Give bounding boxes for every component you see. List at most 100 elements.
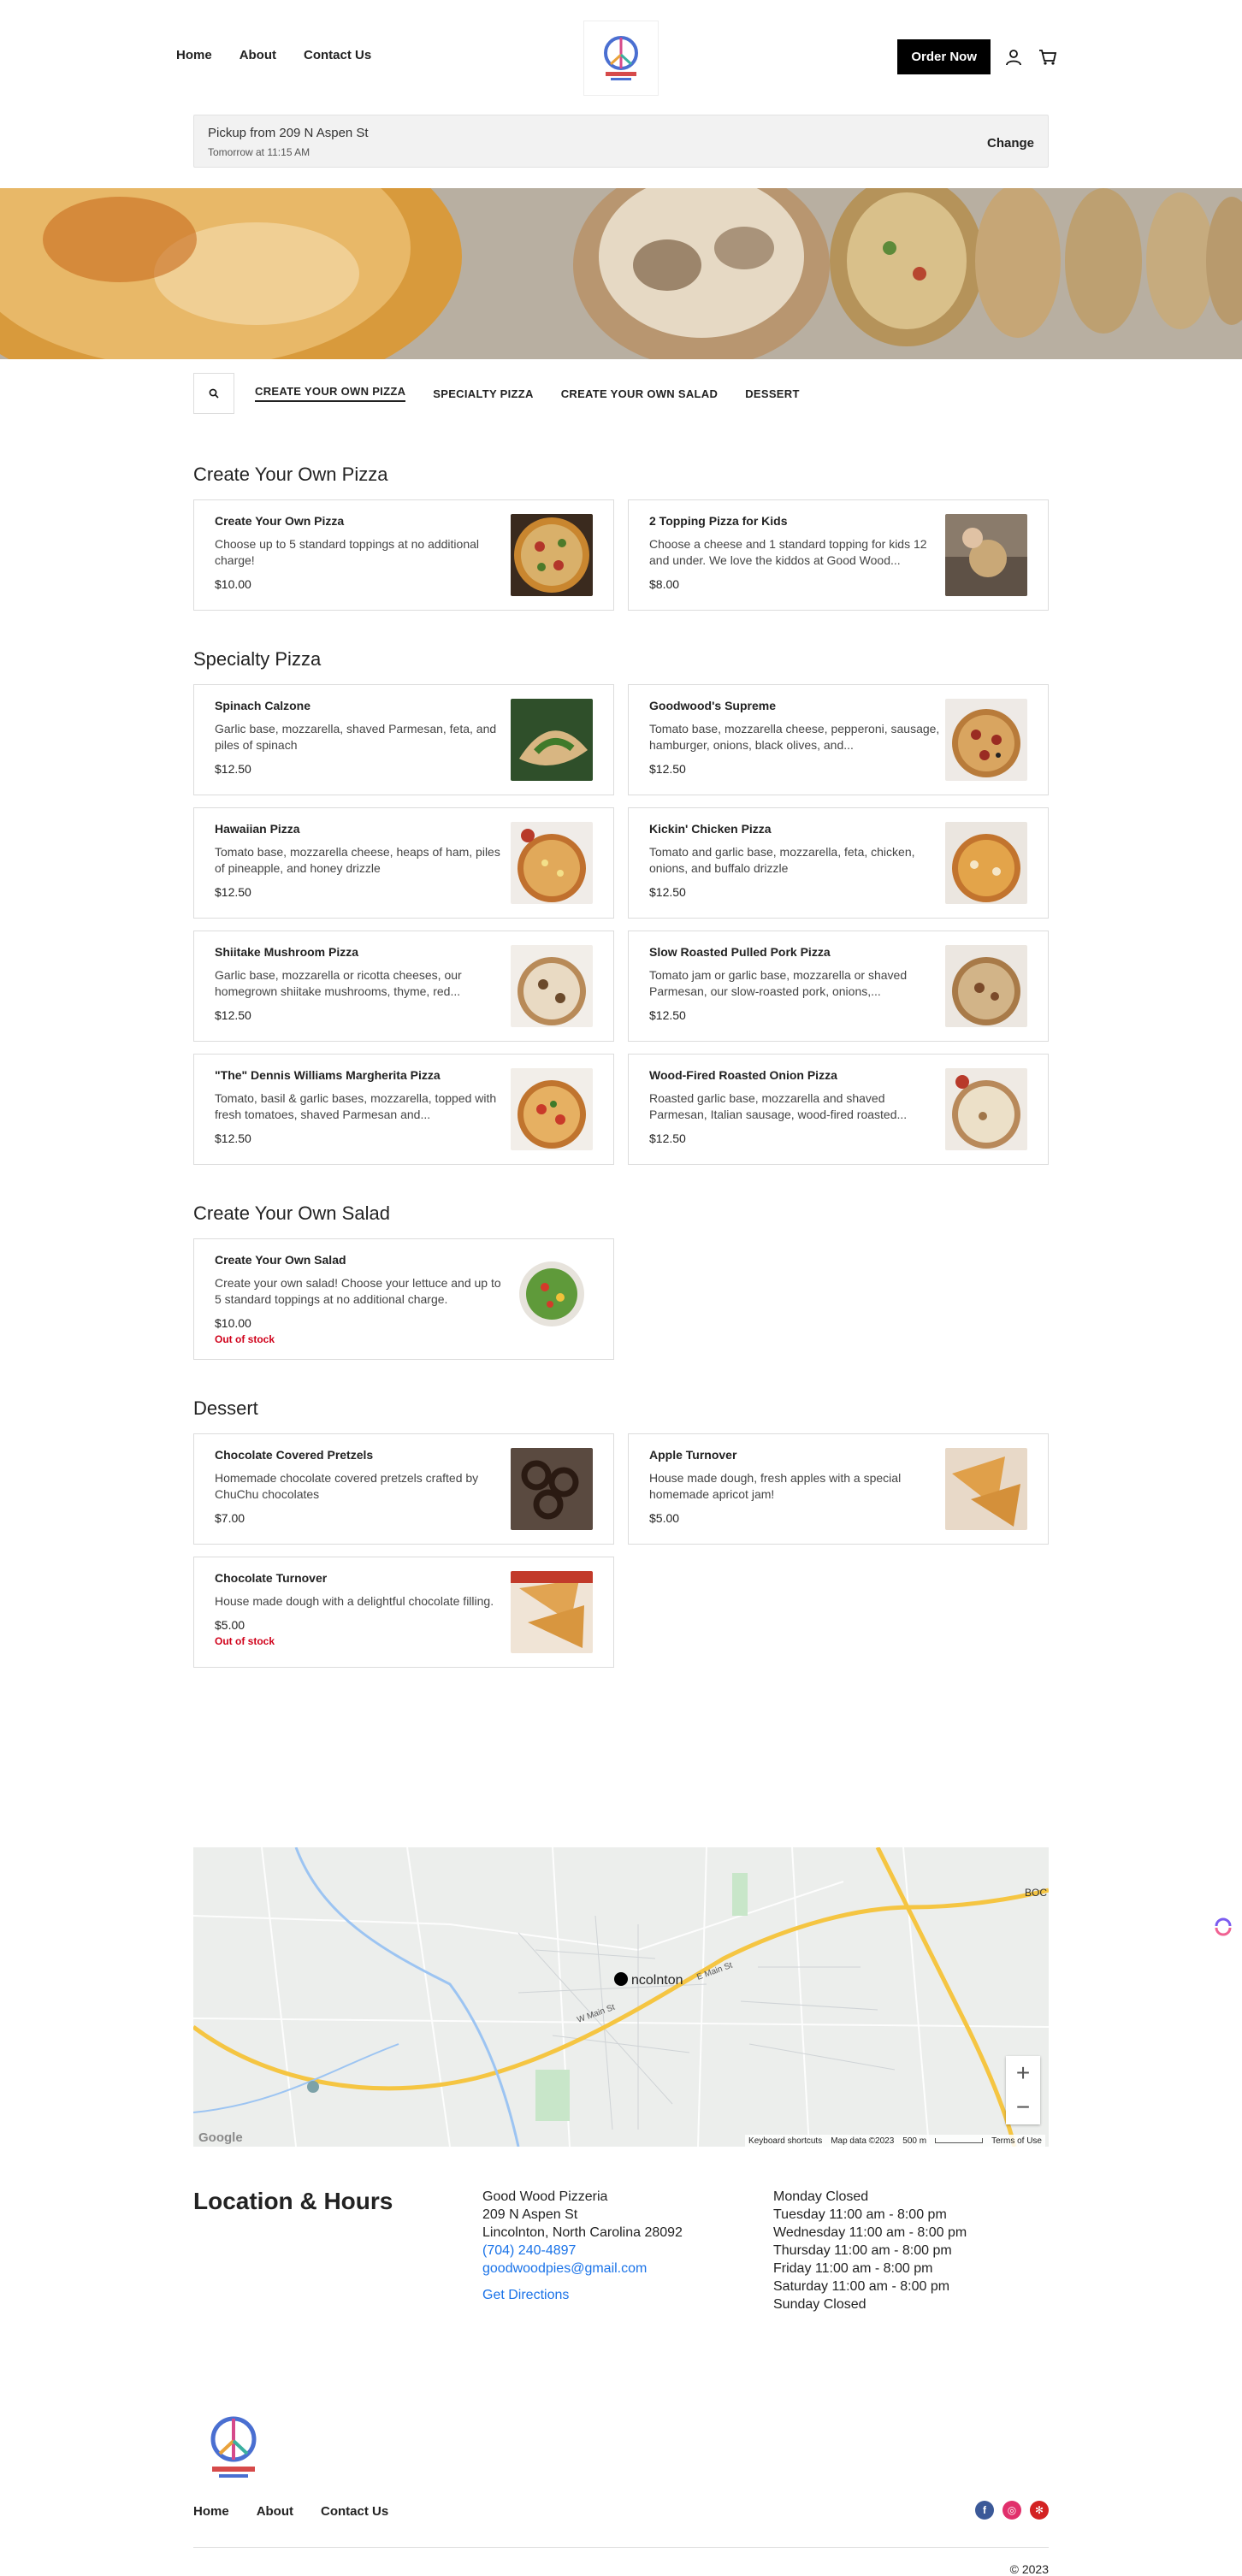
change-pickup-button[interactable]: Change [987,136,1034,151]
business-name: Good Wood Pizzeria [482,2189,608,2204]
menu-grid: Chocolate Covered Pretzels Homemade choc… [193,1433,1049,1668]
pulled-pork-pizza-image [945,945,1027,1027]
category-tabs: CREATE YOUR OWN PIZZA SPECIALTY PIZZA CR… [193,373,800,414]
item-description: Tomato base, mozzarella cheese, pepperon… [649,722,940,752]
order-now-button[interactable]: Order Now [897,39,991,74]
footer-home-link[interactable]: Home [193,2504,229,2519]
header-actions: Order Now [897,39,1059,74]
street-address: 209 N Aspen St [482,2207,578,2222]
map-place-label: BOC [1025,1887,1047,1899]
margherita-pizza-image [511,1068,593,1150]
social-links: f ◎ ✻ [975,2501,1049,2520]
chat-widget-icon[interactable] [1213,1916,1233,1936]
site-header: Home About Contact Us Order Now [0,0,1242,115]
menu-item-card[interactable]: Slow Roasted Pulled Pork Pizza Tomato ja… [628,931,1049,1042]
peace-logo-icon [210,2416,257,2478]
item-description: Tomato, basil & garlic bases, mozzarella… [215,1091,497,1121]
nav-home-link[interactable]: Home [176,48,212,62]
menu-item-card[interactable]: Shiitake Mushroom Pizza Garlic base, moz… [193,931,614,1042]
menu-item-card[interactable]: Goodwood's Supreme Tomato base, mozzarel… [628,684,1049,795]
get-directions-link[interactable]: Get Directions [482,2286,569,2304]
pizza-image [511,514,593,596]
menu-item-card[interactable]: Wood-Fired Roasted Onion Pizza Roasted g… [628,1054,1049,1165]
map-scale-label: 500 m [902,2136,927,2146]
location-title: Location & Hours [193,2188,393,2214]
hours-block: Monday Closed Tuesday 11:00 am - 8:00 pm… [773,2188,967,2313]
map-place-label: ncolnton [631,1973,683,1988]
pretzels-image [511,1448,593,1530]
hours-row: Sunday Closed [773,2297,866,2312]
yelp-icon[interactable]: ✻ [1030,2501,1049,2520]
supreme-pizza-image [945,699,1027,781]
menu-grid: Create Your Own Salad Create your own sa… [193,1238,1049,1360]
item-description: Choose a cheese and 1 standard topping f… [649,537,927,567]
nav-about-link[interactable]: About [240,48,276,62]
zoom-in-button[interactable]: + [1006,2056,1040,2090]
menu-item-card[interactable]: Apple Turnover House made dough, fresh a… [628,1433,1049,1545]
tab-specialty-pizza[interactable]: SPECIALTY PIZZA [433,387,533,400]
phone-link[interactable]: (704) 240-4897 [482,2243,576,2258]
footer-logo[interactable] [205,2414,262,2482]
nav-contact-link[interactable]: Contact Us [304,48,371,62]
menu-item-card[interactable]: 2 Topping Pizza for Kids Choose a cheese… [628,499,1049,611]
item-description: Roasted garlic base, mozzarella and shav… [649,1091,908,1121]
cart-icon[interactable] [1037,46,1059,68]
menu-item-card[interactable]: "The" Dennis Williams Margherita Pizza T… [193,1054,614,1165]
item-description: Choose up to 5 standard toppings at no a… [215,537,480,567]
facebook-icon[interactable]: f [975,2501,994,2520]
item-description: Garlic base, mozzarella or ricotta chees… [215,968,462,998]
section-title: Dessert [193,1397,258,1419]
tab-dessert[interactable]: DESSERT [745,387,800,400]
item-description: Tomato base, mozzarella cheese, heaps of… [215,845,500,875]
item-description: Tomato and garlic base, mozzarella, feta… [649,845,915,875]
item-description: House made dough, fresh apples with a sp… [649,1471,902,1501]
menu-item-card[interactable]: Create Your Own Pizza Choose up to 5 sta… [193,499,614,611]
main-nav: Home About Contact Us [176,48,371,62]
section-title: Create Your Own Pizza [193,464,388,485]
footer-about-link[interactable]: About [257,2504,293,2519]
menu-item-card[interactable]: Kickin' Chicken Pizza Tomato and garlic … [628,807,1049,919]
site-logo[interactable] [583,21,659,96]
hero-banner-image [0,188,1242,359]
zoom-out-button[interactable]: − [1006,2090,1040,2124]
footer-divider [193,2547,1049,2548]
item-description: Garlic base, mozzarella, shaved Parmesan… [215,722,497,752]
footer-contact-link[interactable]: Contact Us [321,2504,388,2519]
tab-create-your-own-pizza[interactable]: CREATE YOUR OWN PIZZA [255,385,406,402]
item-description: Homemade chocolate covered pretzels craf… [215,1471,479,1501]
map-attribution-bar: Keyboard shortcuts Map data ©2023 500 m … [745,2135,1045,2147]
apple-turnover-image [945,1448,1027,1530]
instagram-icon[interactable]: ◎ [1002,2501,1021,2520]
tab-create-your-own-salad[interactable]: CREATE YOUR OWN SALAD [561,387,719,400]
hours-row: Friday 11:00 am - 8:00 pm [773,2261,933,2276]
hours-row: Monday Closed [773,2189,869,2204]
terms-of-use-link[interactable]: Terms of Use [991,2136,1042,2146]
menu-grid: Spinach Calzone Garlic base, mozzarella,… [193,684,1049,1165]
menu-item-card[interactable]: Chocolate Turnover House made dough with… [193,1557,614,1668]
item-description: Create your own salad! Choose your lettu… [215,1276,501,1306]
chocolate-turnover-image [511,1571,593,1653]
email-link[interactable]: goodwoodpies@gmail.com [482,2261,647,2276]
hours-row: Thursday 11:00 am - 8:00 pm [773,2243,952,2258]
account-icon[interactable] [1002,46,1025,68]
item-description: Tomato jam or garlic base, mozzarella or… [649,968,908,998]
menu-item-card[interactable]: Spinach Calzone Garlic base, mozzarella,… [193,684,614,795]
search-icon[interactable] [193,373,234,414]
section-title: Specialty Pizza [193,648,322,670]
map-scale-bar [935,2138,984,2143]
out-of-stock-label: Out of stock [215,1333,275,1345]
chicken-pizza-image [945,822,1027,904]
pickup-time: Tomorrow at 11:15 AM [208,146,310,158]
menu-item-card[interactable]: Hawaiian Pizza Tomato base, mozzarella c… [193,807,614,919]
hours-row: Saturday 11:00 am - 8:00 pm [773,2279,950,2294]
onion-pizza-image [945,1068,1027,1150]
mushroom-pizza-image [511,945,593,1027]
pickup-banner[interactable]: Pickup from 209 N Aspen St Tomorrow at 1… [193,115,1049,168]
keyboard-shortcuts-link[interactable]: Keyboard shortcuts [748,2136,822,2146]
location-map[interactable]: ncolnton E Main St W Main St BOC Google … [193,1847,1049,2147]
kids-pizza-image [945,514,1027,596]
menu-content: Create Your Own Pizza Create Your Own Pi… [193,453,1049,1705]
map-data-label: Map data ©2023 [831,2136,895,2146]
menu-item-card[interactable]: Create Your Own Salad Create your own sa… [193,1238,614,1360]
menu-item-card[interactable]: Chocolate Covered Pretzels Homemade choc… [193,1433,614,1545]
